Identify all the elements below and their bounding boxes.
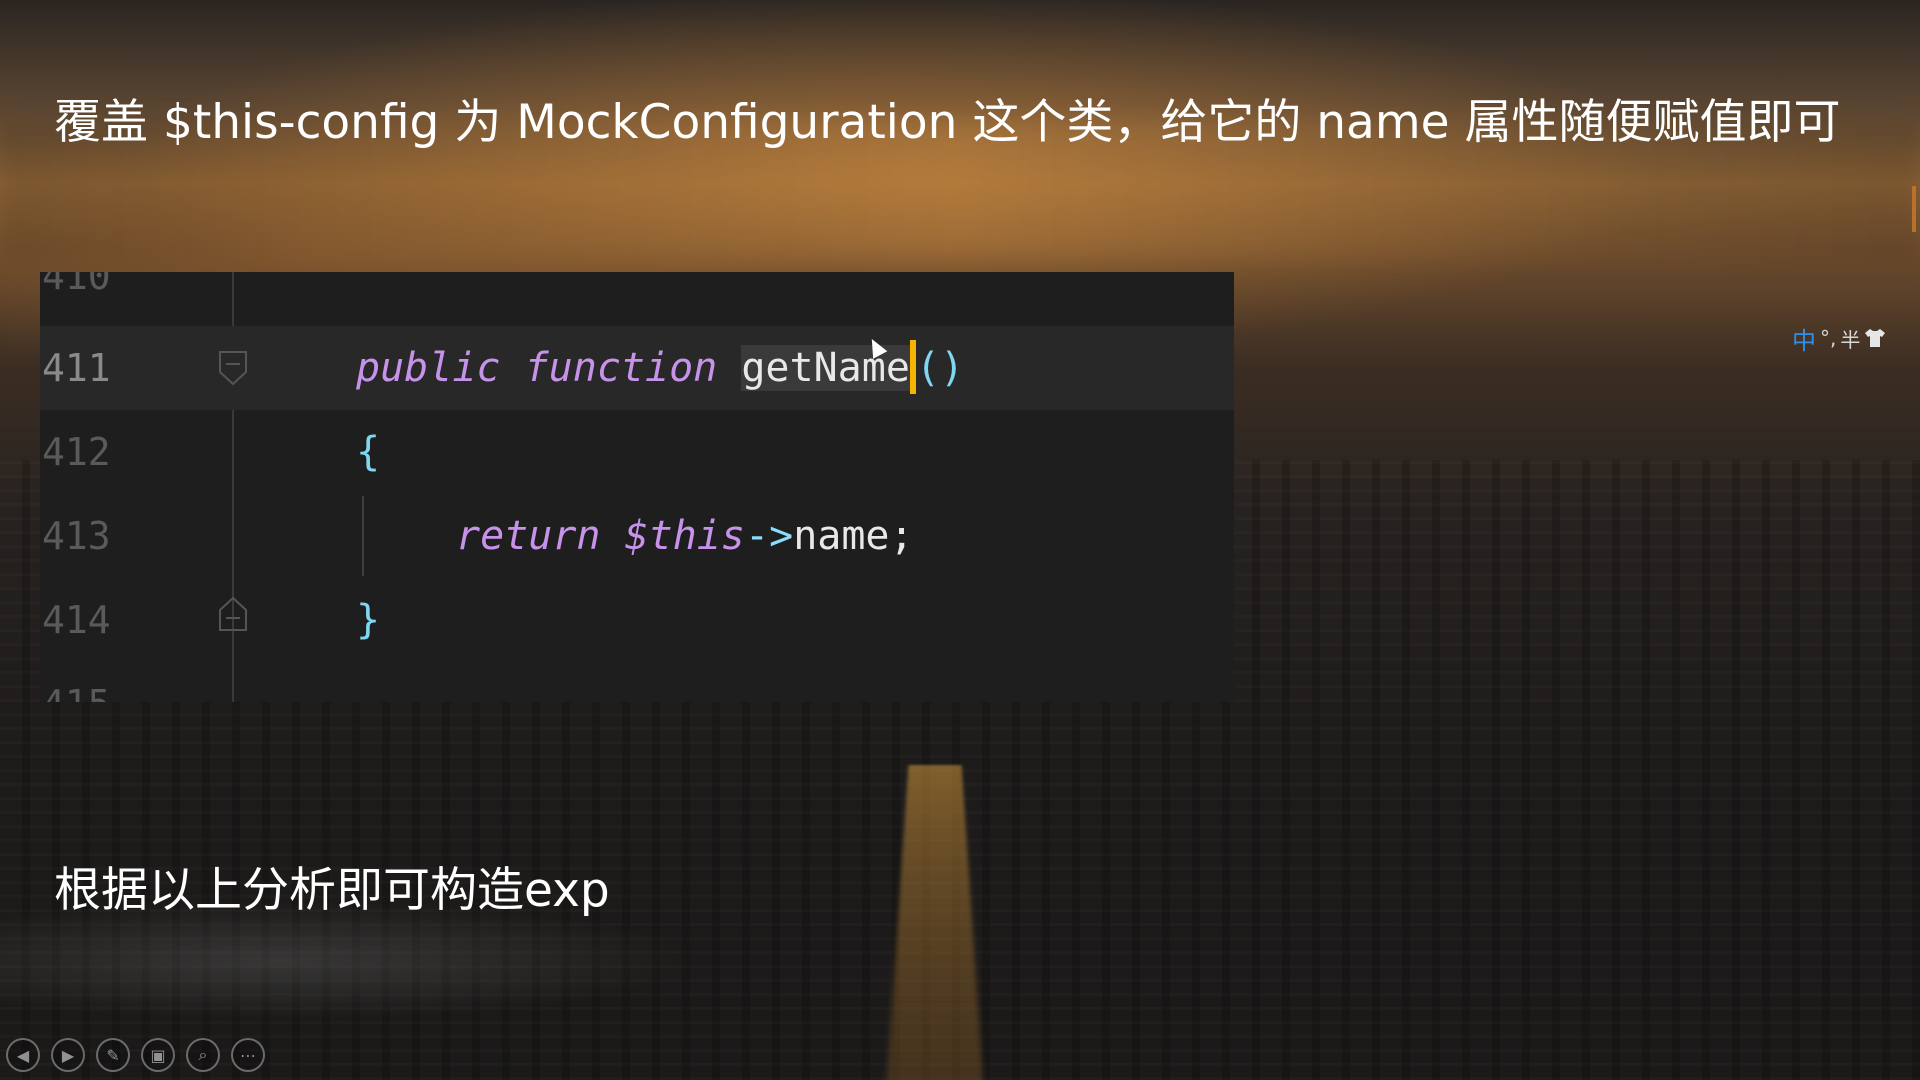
more-options-button[interactable]: ⋯ xyxy=(231,1038,265,1072)
open-brace: { xyxy=(356,429,381,475)
parentheses: () xyxy=(915,345,965,391)
keyword-return: return xyxy=(456,513,601,559)
edge-marker xyxy=(1912,186,1916,232)
fold-end-icon xyxy=(219,596,247,631)
code-snippet: 410 411 public function getName() 412 { … xyxy=(40,272,1234,702)
slides-icon: ▣ xyxy=(150,1045,166,1065)
shirt-icon[interactable] xyxy=(1864,328,1886,348)
pen-button[interactable]: ✎ xyxy=(96,1038,130,1072)
previous-icon: ◀ xyxy=(16,1045,30,1065)
arrow-operator: -> xyxy=(745,513,794,559)
line-number: 412 xyxy=(42,430,111,474)
keyword-public: public xyxy=(356,345,501,391)
keyword-function: function xyxy=(524,345,718,391)
slides-overview-button[interactable]: ▣ xyxy=(141,1038,175,1072)
slide-subheading: 根据以上分析即可构造exp xyxy=(54,863,610,918)
ime-width[interactable]: 半 xyxy=(1840,324,1860,353)
close-brace: } xyxy=(356,597,381,643)
ime-punctuation[interactable]: °, xyxy=(1820,326,1836,350)
zoom-icon: ⌕ xyxy=(198,1045,208,1064)
line-number: 413 xyxy=(42,514,111,558)
line-number: 411 xyxy=(42,346,111,390)
ime-status-bar[interactable]: 中 °, 半 xyxy=(1792,321,1886,356)
next-icon: ▶ xyxy=(61,1045,75,1065)
line-number: 410 xyxy=(42,272,111,298)
code-line-415: 415 xyxy=(40,662,1234,702)
code-line-410: 410 xyxy=(40,272,1234,318)
slideshow-toolbar: ◀ ▶ ✎ ▣ ⌕ ⋯ xyxy=(6,1038,265,1074)
previous-slide-button[interactable]: ◀ xyxy=(6,1038,40,1072)
line-number: 415 xyxy=(42,662,162,702)
property-name: name; xyxy=(793,513,914,559)
zoom-button[interactable]: ⌕ xyxy=(186,1038,220,1072)
code-line-413: 413 return $this->name; xyxy=(40,494,1234,578)
next-slide-button[interactable]: ▶ xyxy=(51,1038,85,1072)
code-line-414: 414 } xyxy=(40,578,1234,662)
ime-language[interactable]: 中 xyxy=(1792,321,1816,356)
variable-this: $this xyxy=(624,513,746,559)
slide-heading: 覆盖 $this-config 为 MockConfiguration 这个类，… xyxy=(54,95,1841,150)
pen-icon: ✎ xyxy=(106,1045,120,1065)
code-line-411: 411 public function getName() xyxy=(40,326,1234,410)
line-number: 414 xyxy=(42,598,111,642)
presentation-slide: 覆盖 $this-config 为 MockConfiguration 这个类，… xyxy=(0,0,1920,1080)
code-line-412: 412 { xyxy=(40,410,1234,494)
fold-collapse-icon[interactable] xyxy=(218,350,248,388)
code-text: return $this->name; xyxy=(456,494,914,578)
more-icon: ⋯ xyxy=(240,1045,256,1065)
